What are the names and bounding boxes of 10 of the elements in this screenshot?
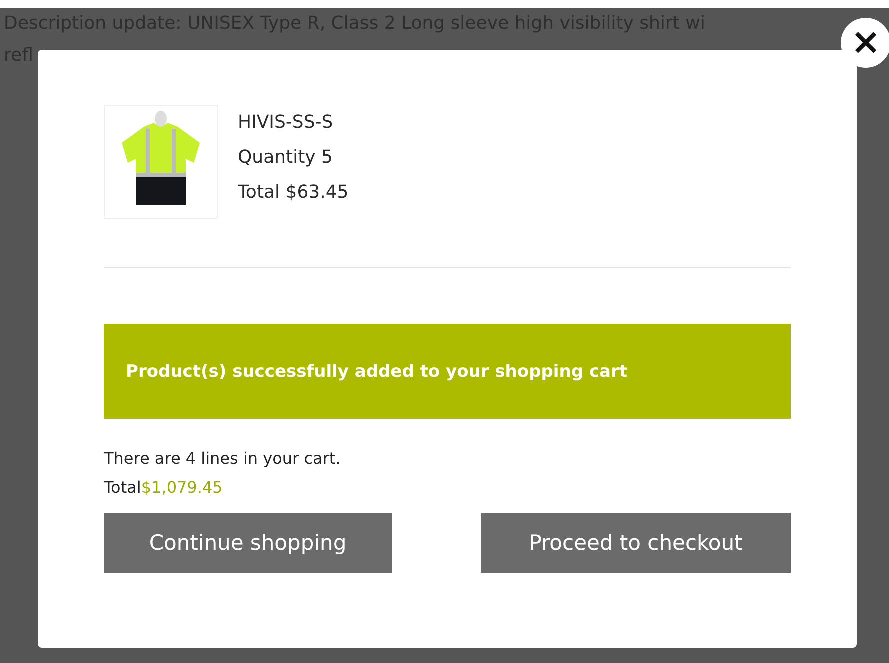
product-total: Total $63.45 [238,181,349,205]
success-message: Product(s) successfully added to your shopping cart [104,324,791,419]
cart-total-price: $1,079.45 [141,478,223,497]
checkout-button[interactable]: Proceed to checkout [481,513,791,573]
cart-lines-text: There are 4 lines in your cart. [104,449,342,468]
product-quantity: Quantity 5 [238,146,334,170]
product-sku: HIVIS-SS-S [238,111,334,135]
cart-total-label: Total [104,478,142,497]
close-button[interactable]: × [841,18,889,68]
continue-shopping-button[interactable]: Continue shopping [104,513,392,573]
